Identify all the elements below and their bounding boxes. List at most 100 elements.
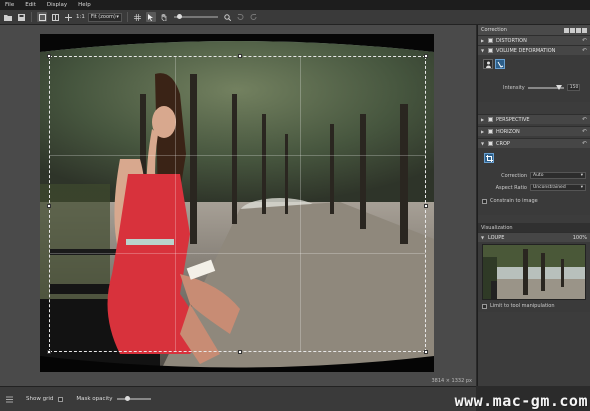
crop-handle-left[interactable] xyxy=(47,204,51,208)
crop-rectangle[interactable] xyxy=(47,54,428,354)
menu-file[interactable]: File xyxy=(5,2,14,8)
move-icon[interactable] xyxy=(63,12,73,22)
zoom-1to1-button[interactable]: 1:1 xyxy=(76,14,85,20)
crop-handle-right[interactable] xyxy=(424,204,428,208)
cylinder-deform-icon[interactable] xyxy=(495,59,505,69)
section-horizon-label: HORIZON xyxy=(496,128,520,135)
expand-arrow-icon[interactable]: ▼ xyxy=(481,48,485,53)
menu-help[interactable]: Help xyxy=(78,2,91,8)
section-enable-checkbox[interactable] xyxy=(488,117,493,122)
visualization-header: Visualization xyxy=(478,223,590,232)
reset-arrow-icon[interactable]: ↶ xyxy=(582,128,587,135)
crop-body: Correction Auto ▾ Aspect Ratio Unconstra… xyxy=(478,148,590,215)
zoom-slider[interactable] xyxy=(173,14,218,19)
person-icon[interactable] xyxy=(483,59,493,69)
section-crop-label: CROP xyxy=(496,140,510,147)
crop-handle-top-right[interactable] xyxy=(424,54,428,58)
loupe-zoom-value: 100% xyxy=(572,234,587,241)
save-icon[interactable] xyxy=(16,12,26,22)
reset-arrow-icon[interactable]: ↶ xyxy=(582,116,587,123)
intensity-value-field[interactable]: 150 xyxy=(566,84,580,91)
reset-arrow-icon[interactable]: ↶ xyxy=(582,47,587,54)
section-crop[interactable]: ▼ CROP ↶ xyxy=(478,138,590,148)
redo-icon[interactable] xyxy=(249,12,259,22)
toolbar-divider xyxy=(31,12,32,22)
intensity-label: Intensity xyxy=(503,84,525,91)
section-loupe[interactable]: ▼ LOUPE 100% xyxy=(478,232,590,242)
status-bar: Show grid Mask opacity xyxy=(0,386,476,411)
collapse-arrow-icon[interactable]: ▶ xyxy=(481,129,485,134)
undo-icon[interactable] xyxy=(236,12,246,22)
correction-select[interactable]: Auto ▾ xyxy=(530,172,586,179)
visualization-title: Visualization xyxy=(481,224,513,231)
correction-label: Correction xyxy=(501,172,527,179)
reset-arrow-icon[interactable]: ↶ xyxy=(582,37,587,44)
loupe-preview[interactable] xyxy=(482,244,586,300)
single-view-icon[interactable] xyxy=(37,12,47,22)
section-volume-deformation-label: VOLUME DEFORMATION xyxy=(496,47,556,54)
split-view-icon[interactable] xyxy=(50,12,60,22)
panel-header-icons xyxy=(564,27,587,33)
reset-all-icon[interactable] xyxy=(576,27,581,33)
section-perspective-label: PERSPECTIVE xyxy=(496,116,530,123)
grid-icon[interactable] xyxy=(133,12,143,22)
section-enable-checkbox[interactable] xyxy=(488,129,493,134)
zoom-fit-select[interactable]: Fit (zoom) ▾ xyxy=(87,12,122,22)
mask-opacity-slider[interactable] xyxy=(117,396,152,401)
panel-title: Correction xyxy=(481,27,507,33)
section-volume-deformation[interactable]: ▼ VOLUME DEFORMATION ↶ xyxy=(478,45,590,55)
section-enable-checkbox[interactable] xyxy=(488,48,493,53)
constrain-to-image-label: Constrain to image xyxy=(490,198,538,204)
crop-tool-icon[interactable] xyxy=(484,153,494,163)
zoom-fit-value: Fit (zoom) xyxy=(90,14,116,20)
collapse-arrow-icon[interactable]: ▶ xyxy=(481,38,485,43)
crop-handle-top[interactable] xyxy=(237,54,242,58)
crop-grid-line xyxy=(299,57,301,351)
section-horizon[interactable]: ▶ HORIZON ↶ xyxy=(478,126,590,136)
section-enable-checkbox[interactable] xyxy=(488,38,493,43)
section-enable-checkbox[interactable] xyxy=(488,141,493,146)
image-dimensions: 3814 × 1332 px xyxy=(431,378,472,384)
intensity-slider-knob[interactable] xyxy=(555,84,562,90)
crop-handle-bottom-right[interactable] xyxy=(424,350,428,354)
aspect-ratio-label: Aspect Ratio xyxy=(495,184,527,191)
collapse-arrow-icon[interactable]: ▶ xyxy=(481,117,485,122)
expand-arrow-icon[interactable]: ▼ xyxy=(481,141,485,146)
paste-icon[interactable] xyxy=(570,27,575,33)
copy-icon[interactable] xyxy=(564,27,569,33)
watermark-text: www.mac-gm.com xyxy=(454,392,588,410)
image-canvas[interactable]: 3814 × 1332 px xyxy=(0,25,476,386)
menu-icon[interactable] xyxy=(582,27,587,33)
select-arrow-icon[interactable] xyxy=(145,12,156,22)
panel-header: Correction xyxy=(478,25,590,35)
photo-preview[interactable] xyxy=(40,34,434,372)
crop-handle-bottom[interactable] xyxy=(237,350,242,354)
reset-arrow-icon[interactable]: ↶ xyxy=(582,140,587,147)
section-distortion[interactable]: ▶ DISTORTION ↶ xyxy=(478,35,590,45)
crop-grid-line xyxy=(50,154,425,156)
hand-icon[interactable] xyxy=(159,12,169,22)
menu-display[interactable]: Display xyxy=(47,2,67,8)
limit-to-tool-checkbox[interactable] xyxy=(482,303,487,309)
loupe-image xyxy=(483,245,585,299)
chevron-down-icon: ▾ xyxy=(580,185,583,190)
expand-arrow-icon[interactable]: ▼ xyxy=(481,235,485,240)
crop-handle-bottom-left[interactable] xyxy=(47,350,51,354)
open-folder-icon[interactable] xyxy=(3,12,13,22)
toolbar-divider xyxy=(126,12,128,22)
zoom-slider-knob[interactable] xyxy=(176,14,182,19)
mask-opacity-label: Mask opacity xyxy=(76,396,113,402)
loupe-label: LOUPE xyxy=(488,234,505,241)
section-distortion-label: DISTORTION xyxy=(496,37,527,44)
crop-grid-line xyxy=(174,57,176,351)
intensity-slider[interactable] xyxy=(527,84,564,90)
show-grid-checkbox[interactable] xyxy=(58,396,64,402)
section-perspective[interactable]: ▶ PERSPECTIVE ↶ xyxy=(478,114,590,124)
menu-edit[interactable]: Edit xyxy=(25,2,36,8)
mask-opacity-knob[interactable] xyxy=(125,396,131,401)
settings-icon[interactable] xyxy=(5,394,13,404)
crop-handle-top-left[interactable] xyxy=(47,54,51,58)
constrain-to-image-checkbox[interactable] xyxy=(482,198,487,204)
zoom-icon[interactable] xyxy=(223,12,233,22)
aspect-ratio-select[interactable]: Unconstrained ▾ xyxy=(530,184,586,191)
